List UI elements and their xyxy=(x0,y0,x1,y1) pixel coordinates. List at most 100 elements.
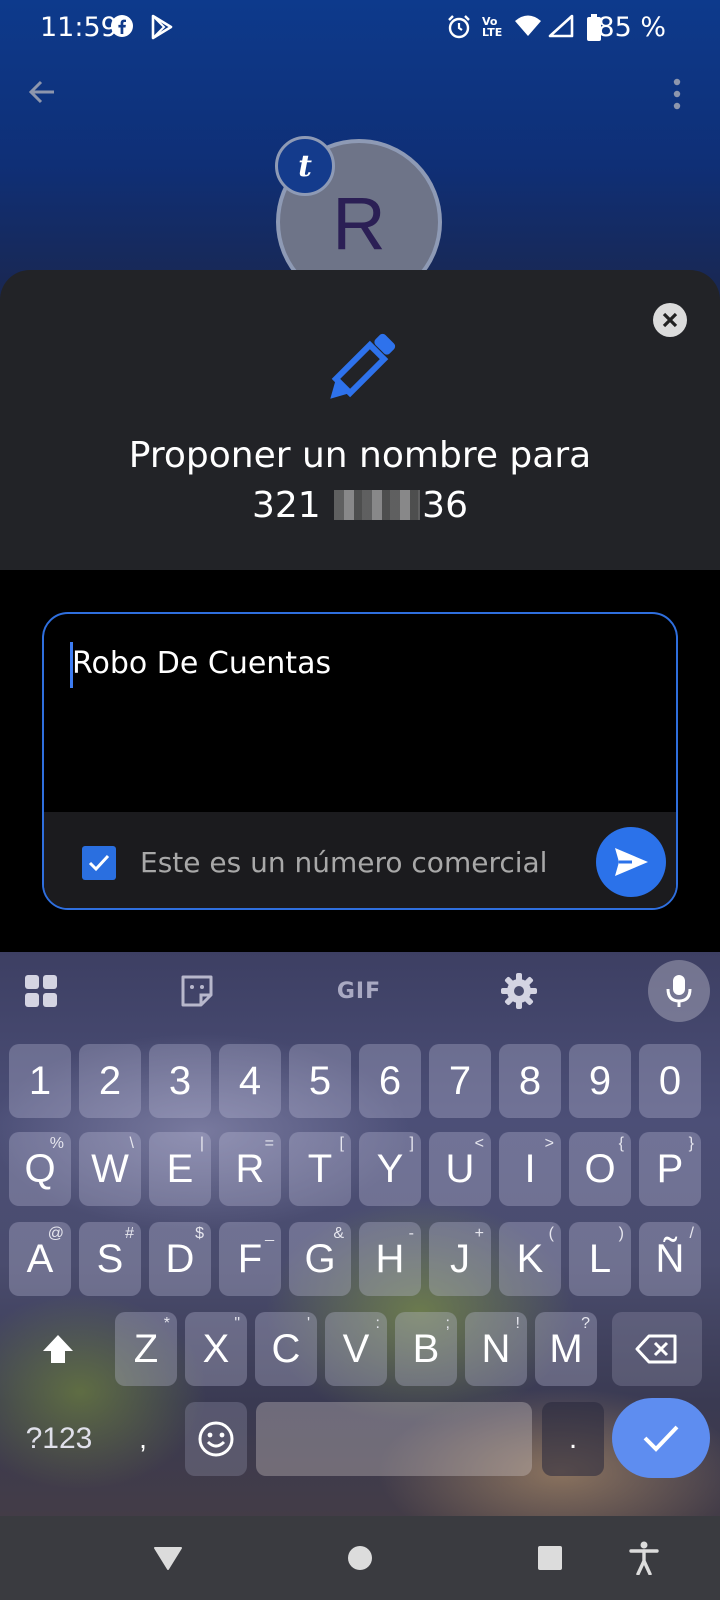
key-0[interactable]: 0 xyxy=(639,1044,701,1118)
key-label: R xyxy=(235,1146,265,1191)
key-ñ[interactable]: Ñ / xyxy=(639,1222,701,1296)
status-time: 11:59 xyxy=(40,12,118,43)
key-label: 4 xyxy=(238,1058,262,1103)
key-w[interactable]: W \ xyxy=(79,1132,141,1206)
key-i[interactable]: I > xyxy=(499,1132,561,1206)
navigation-bar xyxy=(0,1516,720,1600)
key-u[interactable]: U < xyxy=(429,1132,491,1206)
key-r[interactable]: R = xyxy=(219,1132,281,1206)
gif-button[interactable]: GIF xyxy=(334,970,384,1012)
key-label: C xyxy=(271,1326,301,1371)
key-5[interactable]: 5 xyxy=(289,1044,351,1118)
nav-home-button[interactable] xyxy=(340,1538,380,1578)
key-t[interactable]: T[ xyxy=(289,1132,351,1206)
keyboard-toolbar: GIF xyxy=(0,952,720,1032)
key-d[interactable]: D $ xyxy=(149,1222,211,1296)
more-options-button[interactable] xyxy=(670,76,684,112)
number-prefix: 321 xyxy=(252,485,321,526)
period-key[interactable]: . xyxy=(542,1402,604,1476)
key-label: 0 xyxy=(658,1058,682,1103)
gear-icon xyxy=(501,973,537,1009)
name-input-card: Robo De Cuentas Este es un número comerc… xyxy=(42,612,678,910)
settings-button[interactable] xyxy=(498,970,540,1012)
apps-button[interactable] xyxy=(20,970,62,1012)
key-label: Ñ xyxy=(655,1236,685,1281)
key-hint: ; xyxy=(445,1315,450,1332)
sticker-icon xyxy=(181,975,213,1007)
symbols-key[interactable]: ?123 xyxy=(14,1402,104,1476)
sticker-button[interactable] xyxy=(176,970,218,1012)
key-p[interactable]: P} xyxy=(639,1132,701,1206)
backspace-key[interactable] xyxy=(612,1312,702,1386)
name-input[interactable]: Robo De Cuentas xyxy=(44,614,676,812)
business-number-checkbox[interactable] xyxy=(82,846,116,880)
check-icon xyxy=(643,1425,679,1452)
nav-recents-button[interactable] xyxy=(530,1538,570,1578)
key-z[interactable]: Z * xyxy=(115,1312,177,1386)
key-hint: = xyxy=(264,1135,274,1152)
accessibility-icon xyxy=(629,1541,659,1575)
voice-input-button[interactable] xyxy=(648,960,710,1022)
signal-icon xyxy=(548,14,574,40)
truecaller-badge-icon: t xyxy=(275,136,335,196)
key-label: M xyxy=(549,1326,583,1371)
key-label: F xyxy=(237,1236,263,1281)
wifi-icon xyxy=(514,14,541,40)
key-x[interactable]: X " xyxy=(185,1312,247,1386)
key-y[interactable]: Y] xyxy=(359,1132,421,1206)
key-s[interactable]: S # xyxy=(79,1222,141,1296)
key-v[interactable]: V: xyxy=(325,1312,387,1386)
shift-key[interactable] xyxy=(22,1312,94,1386)
key-k[interactable]: K( xyxy=(499,1222,561,1296)
key-f[interactable]: F _ xyxy=(219,1222,281,1296)
key-label: 2 xyxy=(98,1058,122,1103)
emoji-icon xyxy=(198,1421,234,1457)
key-e[interactable]: E | xyxy=(149,1132,211,1206)
key-q[interactable]: Q% xyxy=(9,1132,71,1206)
key-label: 5 xyxy=(308,1058,332,1103)
key-a[interactable]: A @ xyxy=(9,1222,71,1296)
key-9[interactable]: 9 xyxy=(569,1044,631,1118)
send-button[interactable] xyxy=(596,827,666,897)
key-6[interactable]: 6 xyxy=(359,1044,421,1118)
back-button[interactable] xyxy=(24,74,64,114)
letter-row-1: Q% W \ E | R = T[Y] U < I > O{P} xyxy=(0,1132,720,1212)
nav-recents-icon xyxy=(538,1546,562,1570)
pencil-icon xyxy=(316,325,404,413)
nav-back-button[interactable] xyxy=(148,1538,188,1578)
key-h[interactable]: H- xyxy=(359,1222,421,1296)
key-hint: ' xyxy=(306,1315,310,1332)
space-key[interactable] xyxy=(256,1402,532,1476)
key-m[interactable]: M? xyxy=(535,1312,597,1386)
key-hint: ) xyxy=(618,1225,624,1242)
accessibility-button[interactable] xyxy=(624,1538,664,1578)
key-8[interactable]: 8 xyxy=(499,1044,561,1118)
key-g[interactable]: G & xyxy=(289,1222,351,1296)
key-4[interactable]: 4 xyxy=(219,1044,281,1118)
comma-key[interactable]: , xyxy=(112,1402,174,1476)
key-2[interactable]: 2 xyxy=(79,1044,141,1118)
key-1[interactable]: 1 xyxy=(9,1044,71,1118)
key-label: G xyxy=(304,1236,336,1281)
key-hint: { xyxy=(618,1135,624,1152)
emoji-key[interactable] xyxy=(185,1402,247,1476)
key-o[interactable]: O{ xyxy=(569,1132,631,1206)
key-n[interactable]: N! xyxy=(465,1312,527,1386)
done-key[interactable] xyxy=(612,1398,710,1478)
key-label: 8 xyxy=(518,1058,542,1103)
key-l[interactable]: L) xyxy=(569,1222,631,1296)
key-c[interactable]: C ' xyxy=(255,1312,317,1386)
key-b[interactable]: B; xyxy=(395,1312,457,1386)
key-hint: } xyxy=(688,1135,694,1152)
badge-letter: t xyxy=(298,148,312,184)
key-label: P xyxy=(656,1146,684,1191)
key-7[interactable]: 7 xyxy=(429,1044,491,1118)
key-label: S xyxy=(96,1236,124,1281)
close-button[interactable] xyxy=(653,303,687,337)
key-j[interactable]: J + xyxy=(429,1222,491,1296)
mic-icon xyxy=(666,975,692,1007)
key-3[interactable]: 3 xyxy=(149,1044,211,1118)
name-input-value: Robo De Cuentas xyxy=(72,646,332,681)
bottom-row: ?123 , . xyxy=(0,1398,720,1482)
key-hint: ( xyxy=(548,1225,554,1242)
